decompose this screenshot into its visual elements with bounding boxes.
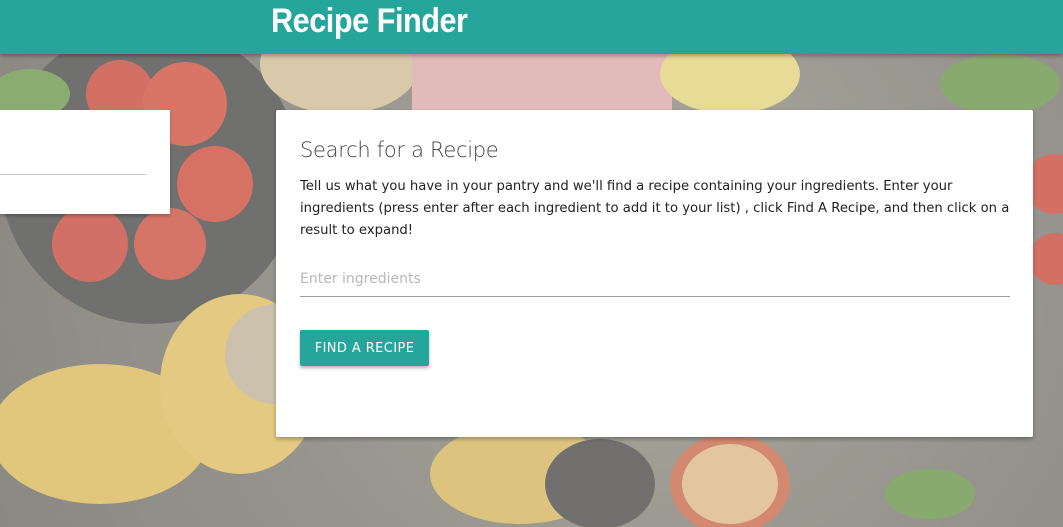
card-title: Search for a Recipe	[300, 138, 499, 162]
ingredients-input[interactable]	[300, 262, 1010, 297]
app-header: Recipe Finder	[0, 0, 1063, 54]
brand-logo[interactable]: Recipe Finder	[271, 2, 468, 41]
side-card-divider	[0, 174, 146, 175]
search-card: Search for a Recipe Tell us what you hav…	[276, 110, 1033, 437]
card-description: Tell us what you have in your pantry and…	[300, 179, 1010, 238]
side-card	[0, 110, 170, 214]
find-recipe-button[interactable]: FIND A RECIPE	[300, 330, 429, 366]
